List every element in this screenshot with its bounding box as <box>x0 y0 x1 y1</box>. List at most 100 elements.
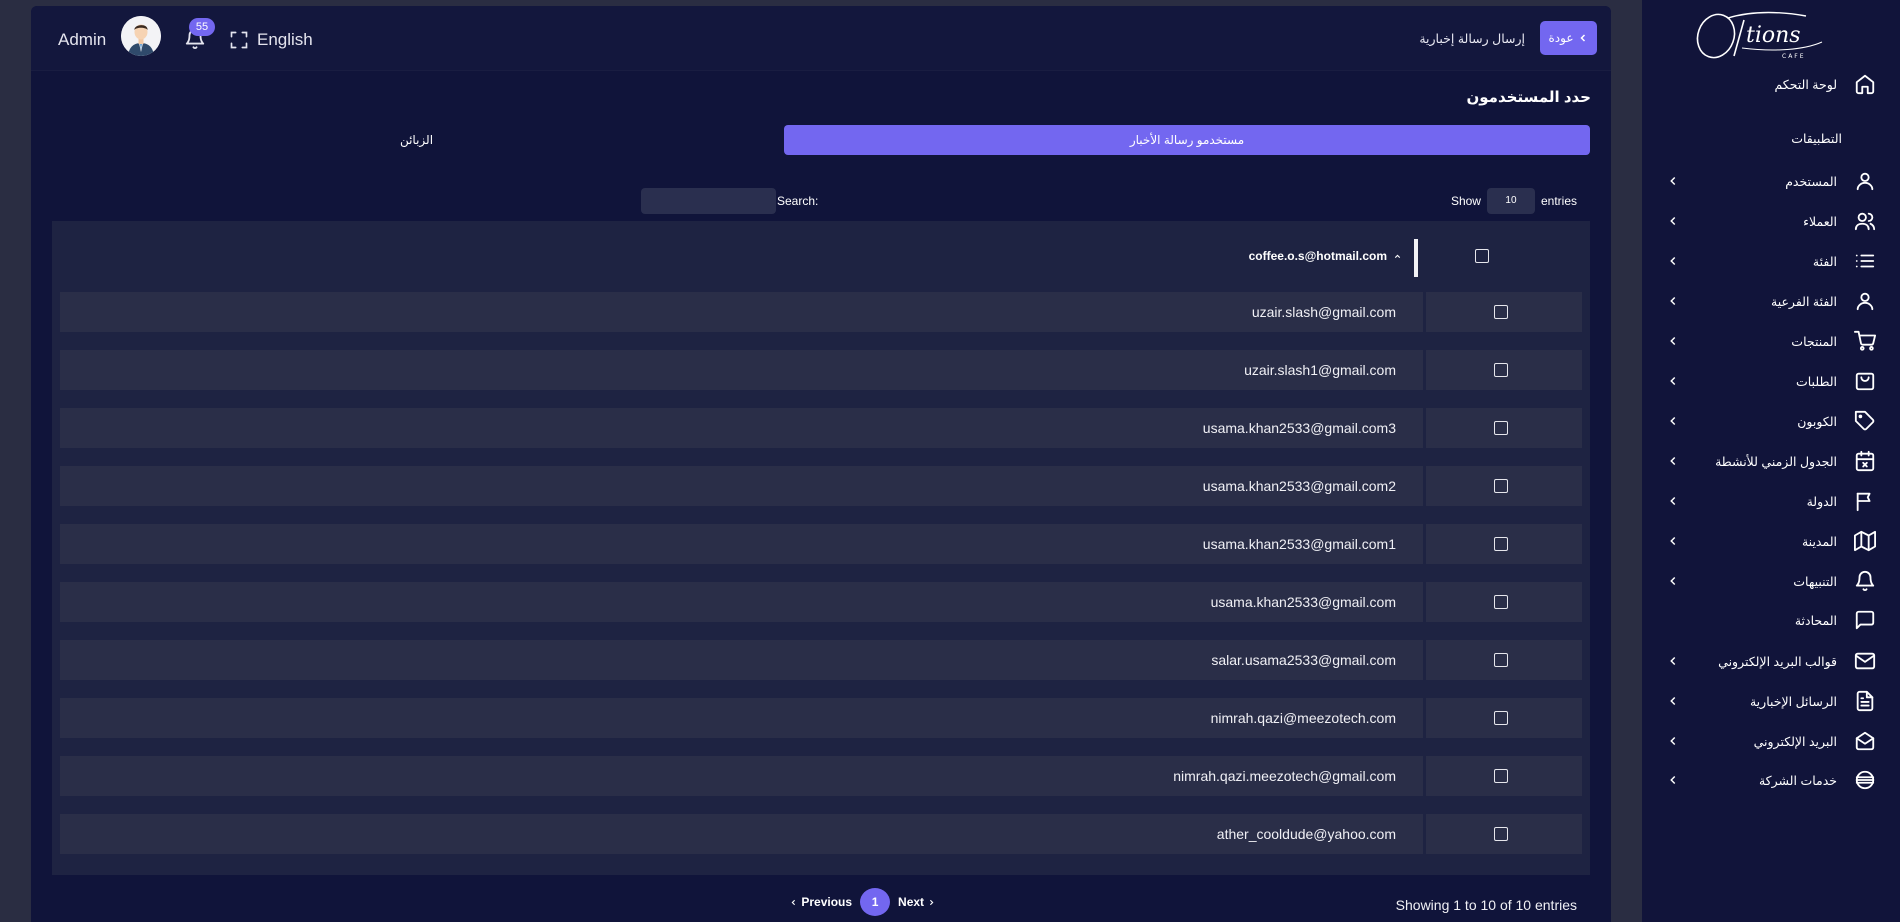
sidebar-item-label: الجدول الزمني للأنشطة <box>1715 454 1837 469</box>
chevron-left-icon <box>1666 574 1680 588</box>
sidebar-item-label: الطلبات <box>1795 374 1837 389</box>
row-checkbox[interactable] <box>1494 769 1508 783</box>
email-cell: nimrah.qazi@meezotech.com <box>1210 710 1396 726</box>
table-row[interactable]: usama.khan2533@gmail.com3 <box>60 408 1582 448</box>
search-input[interactable] <box>641 188 776 214</box>
cell-separator <box>1423 408 1426 448</box>
row-checkbox[interactable] <box>1494 711 1508 725</box>
cell-separator <box>1423 350 1426 390</box>
email-cell: uzair.slash@gmail.com <box>1251 304 1396 320</box>
sidebar-item-country[interactable]: الدولة <box>1642 481 1900 521</box>
table-row[interactable]: uzair.slash@gmail.com <box>60 292 1582 332</box>
tag-icon <box>1854 410 1876 432</box>
sidebar-item-label: الفئة <box>1812 254 1837 269</box>
sidebar-item-label: الكوبون <box>1797 414 1837 429</box>
email-cell: salar.usama2533@gmail.com <box>1211 652 1396 668</box>
sidebar-item-email[interactable]: البريد الإلكتروني <box>1642 721 1900 761</box>
email-column-header[interactable]: coffee.o.s@hotmail.com <box>1249 249 1402 263</box>
sidebar-item-label: المحادثة <box>1794 613 1837 628</box>
row-checkbox[interactable] <box>1494 363 1508 377</box>
sidebar-item-label: البريد الإلكتروني <box>1753 734 1837 749</box>
email-column-label: coffee.o.s@hotmail.com <box>1248 249 1387 263</box>
chevron-left-icon <box>1666 414 1680 428</box>
back-button[interactable]: عودة <box>1540 21 1597 55</box>
sidebar-item-orders[interactable]: الطلبات <box>1642 361 1900 401</box>
user-icon <box>1854 290 1876 312</box>
chevron-left-icon <box>1666 654 1680 668</box>
sidebar-item-company-services[interactable]: خدمات الشركة <box>1642 760 1900 800</box>
chat-icon <box>1854 609 1876 631</box>
sort-icon <box>1393 252 1402 261</box>
chevron-left-icon <box>789 898 798 907</box>
page-title: إرسال رسالة إخبارية <box>1419 32 1525 46</box>
section-title: حدد المستخدمون <box>1466 89 1591 106</box>
main-panel: Admin 55 English إرسال رسالة إخبارية عود… <box>31 6 1611 922</box>
row-checkbox[interactable] <box>1494 595 1508 609</box>
avatar[interactable] <box>121 16 161 56</box>
sidebar-item-label: العملاء <box>1803 214 1837 229</box>
chevron-left-icon <box>1666 174 1680 188</box>
sidebar-item-activity-schedule[interactable]: الجدول الزمني للأنشطة <box>1642 441 1900 481</box>
brand-logo[interactable]: tions CAFE <box>1694 6 1836 62</box>
cell-separator <box>1423 698 1426 738</box>
sidebar-item-label: الدولة <box>1806 494 1837 509</box>
sidebar-item-label: قوالب البريد الإلكتروني <box>1718 654 1837 669</box>
sidebar-item-newsletters[interactable]: الرسائل الإخبارية <box>1642 681 1900 721</box>
chevron-left-icon <box>1666 214 1680 228</box>
sidebar-section-label: التطبيقات <box>1791 132 1842 146</box>
table-header: coffee.o.s@hotmail.com <box>52 221 1590 291</box>
page-number-button[interactable]: 1 <box>860 888 891 916</box>
back-button-label: عودة <box>1548 31 1574 45</box>
sidebar-item-city[interactable]: المدينة <box>1642 521 1900 561</box>
language-switcher[interactable]: English <box>257 30 313 50</box>
home-icon <box>1854 73 1876 95</box>
select-all-checkbox[interactable] <box>1475 249 1489 263</box>
sidebar-item-products[interactable]: المنتجات <box>1642 321 1900 361</box>
sidebar-item-email-templates[interactable]: قوالب البريد الإلكتروني <box>1642 641 1900 681</box>
next-page-button[interactable]: Next <box>898 895 936 909</box>
sidebar-item-dashboard[interactable]: لوحة التحكم <box>1642 64 1900 104</box>
row-checkbox[interactable] <box>1494 827 1508 841</box>
sidebar-item-customers[interactable]: العملاء <box>1642 201 1900 241</box>
sidebar-item-category[interactable]: الفئة <box>1642 241 1900 281</box>
tab-customers[interactable]: الزبائن <box>49 125 784 155</box>
sidebar-item-label: لوحة التحكم <box>1774 77 1837 92</box>
table-row[interactable]: salar.usama2533@gmail.com <box>60 640 1582 680</box>
email-cell: uzair.slash1@gmail.com <box>1244 362 1396 378</box>
admin-name[interactable]: Admin <box>58 30 106 50</box>
row-checkbox[interactable] <box>1494 479 1508 493</box>
entries-select[interactable]: 10 <box>1486 188 1535 214</box>
search-label: Search: <box>777 194 819 208</box>
sidebar-item-subcategory[interactable]: الفئة الفرعية <box>1642 281 1900 321</box>
table-row[interactable]: ather_cooldude@yahoo.com <box>60 814 1582 854</box>
chevron-left-icon <box>1666 773 1680 787</box>
cell-separator <box>1423 524 1426 564</box>
users-table: coffee.o.s@hotmail.com uzair.slash@gmail… <box>52 221 1590 875</box>
entries-show-label: Show <box>1450 194 1481 208</box>
sidebar-item-chat[interactable]: المحادثة <box>1642 600 1900 640</box>
table-row[interactable]: usama.khan2533@gmail.com1 <box>60 524 1582 564</box>
email-cell: usama.khan2533@gmail.com <box>1210 594 1396 610</box>
bell-icon <box>1854 570 1876 592</box>
table-row[interactable]: uzair.slash1@gmail.com <box>60 350 1582 390</box>
table-row[interactable]: usama.khan2533@gmail.com <box>60 582 1582 622</box>
row-checkbox[interactable] <box>1494 421 1508 435</box>
sidebar-item-coupon[interactable]: الكوبون <box>1642 401 1900 441</box>
sidebar-item-notifications[interactable]: التنبيهات <box>1642 561 1900 601</box>
chevron-left-icon <box>1666 254 1680 268</box>
sidebar-item-label: خدمات الشركة <box>1758 773 1837 788</box>
table-row[interactable]: nimrah.qazi.meezotech@gmail.com <box>60 756 1582 796</box>
table-row[interactable]: nimrah.qazi@meezotech.com <box>60 698 1582 738</box>
row-checkbox[interactable] <box>1494 653 1508 667</box>
topbar: Admin 55 English إرسال رسالة إخبارية عود… <box>31 6 1611 70</box>
previous-page-button[interactable]: Previous <box>789 895 852 909</box>
user-icon <box>1854 170 1876 192</box>
bag-icon <box>1854 370 1876 392</box>
email-cell: nimrah.qazi.meezotech@gmail.com <box>1173 768 1396 784</box>
fullscreen-icon[interactable] <box>229 30 249 50</box>
sidebar-item-user[interactable]: المستخدم <box>1642 161 1900 201</box>
row-checkbox[interactable] <box>1494 305 1508 319</box>
row-checkbox[interactable] <box>1494 537 1508 551</box>
tab-newsletter-users[interactable]: مستخدمو رسالة الأخبار <box>784 125 1590 155</box>
table-row[interactable]: usama.khan2533@gmail.com2 <box>60 466 1582 506</box>
